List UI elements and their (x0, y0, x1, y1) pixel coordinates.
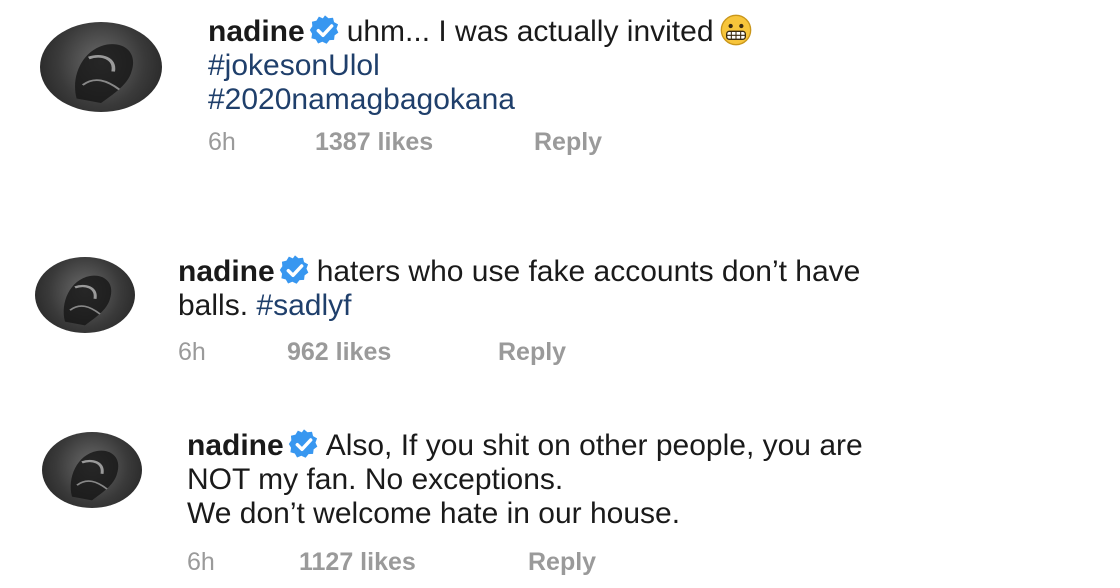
hashtag-link[interactable]: #2020namagbagokana (208, 83, 515, 116)
comment-text: nadine uhm... I was actually invited #jok… (208, 14, 752, 117)
hashtag-link[interactable]: #jokesonUlol (208, 49, 380, 82)
avatar[interactable] (35, 257, 135, 333)
timestamp: 6h (187, 548, 215, 576)
reply-button[interactable]: Reply (498, 338, 566, 367)
username[interactable]: nadine (208, 15, 305, 48)
comment-meta: 6h 962 likes Reply (178, 338, 778, 370)
timestamp: 6h (178, 338, 206, 366)
comment-1: nadine uhm... I was actually invited #jok… (0, 0, 1120, 180)
avatar[interactable] (42, 432, 142, 508)
verified-badge-icon (279, 254, 311, 286)
comment-text: nadine haters who use fake accounts don’t… (178, 254, 860, 323)
verified-badge-icon (288, 428, 320, 460)
comment-meta: 6h 1387 likes Reply (208, 128, 808, 160)
reply-button[interactable]: Reply (534, 128, 602, 157)
avatar[interactable] (40, 22, 162, 112)
comment-text-line: balls. (178, 289, 249, 322)
comment-text-line: uhm... I was actually invited (346, 15, 714, 48)
verified-badge-icon (309, 14, 341, 46)
likes-count[interactable]: 1387 likes (315, 128, 433, 157)
comment-text-line: Also, If you shit on other people, you a… (325, 429, 863, 462)
username[interactable]: nadine (187, 429, 284, 462)
username[interactable]: nadine (178, 255, 275, 288)
comment-text-line: NOT my fan. No exceptions. (187, 463, 564, 496)
comment-text-line: We don’t welcome hate in our house. (187, 497, 681, 530)
comment-3: nadine Also, If you shit on other people,… (0, 418, 1120, 588)
comment-text: nadine Also, If you shit on other people,… (187, 428, 863, 531)
likes-count[interactable]: 962 likes (287, 338, 391, 367)
reply-button[interactable]: Reply (528, 548, 596, 577)
timestamp: 6h (208, 128, 236, 156)
likes-count[interactable]: 1127 likes (299, 548, 416, 577)
comment-2: nadine haters who use fake accounts don’t… (0, 240, 1120, 380)
grimacing-face-emoji (720, 14, 752, 46)
hashtag-link[interactable]: #sadlyf (256, 289, 351, 322)
comment-meta: 6h 1127 likes Reply (187, 548, 787, 580)
comment-text-line: haters who use fake accounts don’t have (316, 255, 861, 288)
